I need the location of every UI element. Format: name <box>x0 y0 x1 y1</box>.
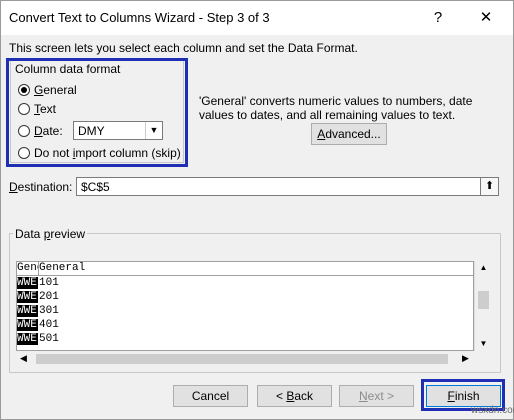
help-icon[interactable]: ? <box>423 5 453 31</box>
header-cell[interactable]: General <box>17 262 38 274</box>
preview-cell: WWE <box>17 319 38 331</box>
next-button[interactable]: Next > <box>339 385 414 407</box>
watermark: wsxdn.com <box>471 405 514 416</box>
description: This screen lets you select each column … <box>9 41 358 55</box>
scroll-left-icon[interactable]: ◀ <box>20 353 27 364</box>
preview-cell: 101 <box>39 277 59 289</box>
scroll-thumb[interactable] <box>36 354 448 364</box>
format-info: 'General' converts numeric values to num… <box>199 94 473 122</box>
preview-cell: 301 <box>39 305 59 317</box>
title-bar: Convert Text to Columns Wizard - Step 3 … <box>1 1 513 35</box>
preview-cell: 401 <box>39 319 59 331</box>
preview-cell: WWE <box>17 333 38 345</box>
scroll-up-icon[interactable]: ▲ <box>475 263 492 272</box>
destination-input[interactable]: $C$5 <box>76 177 481 196</box>
scroll-thumb[interactable] <box>478 291 489 309</box>
scroll-down-icon[interactable]: ▼ <box>475 339 492 348</box>
highlight-box <box>6 58 188 167</box>
horizontal-scrollbar[interactable]: ◀ ▶ <box>16 351 474 367</box>
data-preview-label: Data preview <box>13 227 88 241</box>
back-button[interactable]: < Back <box>257 385 332 407</box>
header-cell[interactable]: General <box>39 262 85 274</box>
preview-cell: WWE <box>17 291 38 303</box>
preview-cell: WWE <box>17 305 38 317</box>
advanced-button[interactable]: Advanced... <box>311 123 387 145</box>
destination-label: Destination: <box>9 180 73 194</box>
preview-grid[interactable]: General General WWE 101 WWE 201 WWE 301 … <box>16 261 474 351</box>
preview-cell: WWE <box>17 277 38 289</box>
preview-cell: 501 <box>39 333 59 345</box>
dialog: Convert Text to Columns Wizard - Step 3 … <box>0 0 514 420</box>
vertical-scrollbar[interactable]: ▲ ▼ <box>474 261 491 351</box>
preview-header-row: General General <box>17 262 473 276</box>
window-title: Convert Text to Columns Wizard - Step 3 … <box>9 10 270 25</box>
cancel-button[interactable]: Cancel <box>173 385 248 407</box>
collapse-dialog-icon[interactable]: ⬆ <box>480 177 499 196</box>
close-icon[interactable]: ✕ <box>471 5 501 31</box>
preview-cell: 201 <box>39 291 59 303</box>
scroll-right-icon[interactable]: ▶ <box>462 353 469 364</box>
